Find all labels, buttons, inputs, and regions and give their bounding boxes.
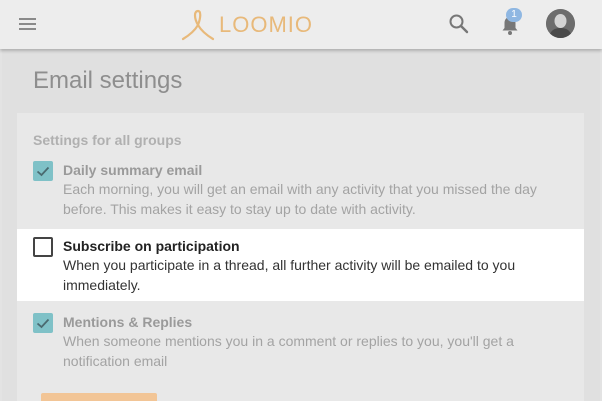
checkmark-icon — [36, 166, 50, 177]
loomio-logo[interactable]: LOOMIO — [180, 8, 313, 42]
option-title: Mentions & Replies — [63, 314, 193, 330]
subscribe-on-participation-checkbox[interactable] — [33, 237, 53, 257]
user-avatar[interactable] — [546, 9, 575, 38]
section-label: Settings for all groups — [33, 132, 182, 148]
checkmark-icon — [36, 318, 50, 329]
hamburger-menu-icon[interactable] — [19, 18, 36, 31]
option-subscribe-on-participation[interactable]: Subscribe on participation When you part… — [17, 229, 584, 301]
mentions-replies-checkbox[interactable] — [33, 313, 53, 333]
user-avatar-image — [546, 9, 575, 38]
option-daily-summary[interactable]: Daily summary email Each morning, you wi… — [17, 152, 584, 224]
option-mentions-replies[interactable]: Mentions & Replies When someone mentions… — [17, 305, 584, 375]
save-button[interactable] — [41, 393, 157, 401]
option-description: When someone mentions you in a comment o… — [63, 333, 514, 369]
search-icon[interactable] — [448, 13, 470, 35]
option-description: Each morning, you will get an email with… — [63, 181, 537, 217]
option-description: When you participate in a thread, all fu… — [63, 257, 516, 293]
daily-summary-checkbox[interactable] — [33, 161, 53, 181]
logo-text: LOOMIO — [219, 12, 314, 37]
page-title: Email settings — [33, 67, 183, 94]
loomio-logo-icon — [181, 9, 215, 41]
notification-count-badge: 1 — [506, 8, 522, 22]
top-navbar: LOOMIO 1 — [0, 0, 602, 49]
option-title: Daily summary email — [63, 162, 203, 178]
option-title: Subscribe on participation — [63, 238, 240, 254]
